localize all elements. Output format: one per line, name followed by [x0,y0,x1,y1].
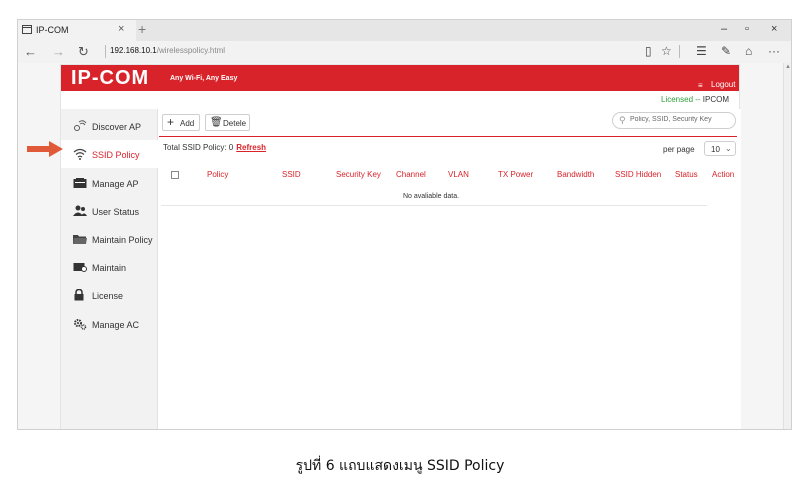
trash-icon: 🗑 [210,117,223,128]
per-page-value: 10 [711,145,720,154]
sidebar-item-label: Manage AP [92,179,139,189]
sidebar-item-label: User Status [92,207,140,217]
sidebar: Discover AP SSID Policy Manage AP User S… [61,109,158,429]
sidebar-item-license[interactable]: License [61,281,158,309]
navigation-bar: ← → ↻ 192.168.10.1/wirelesspolicy.html ▯… [18,41,791,62]
license-status: Licensed -- IPCOM [661,95,729,104]
empty-table-message: No avaliable data. [403,193,460,200]
favorite-star-icon[interactable]: ☆ [661,44,672,58]
sidebar-item-maintain-policy[interactable]: Maintain Policy [61,225,158,253]
tab-bar: IP-COM × + – ▫ × [18,20,791,41]
licensed-name: IPCOM [702,95,730,104]
hub-icon[interactable]: ☰ [696,44,707,58]
sidebar-item-label: Maintain [92,263,127,273]
vertical-scrollbar[interactable]: ▲ [783,63,791,429]
add-button-label: Add [180,119,195,128]
restore-button[interactable]: ▫ [745,23,749,35]
column-header-tx-power[interactable]: TX Power [498,170,533,179]
sidebar-item-manage-ac[interactable]: Manage AC [61,310,158,338]
lock-icon [74,289,84,301]
annotation-arrow-icon [27,141,63,157]
sidebar-item-discover-ap[interactable]: Discover AP [61,112,158,140]
chevron-down-icon: ⌄ [725,144,732,153]
per-page-select[interactable]: 10 ⌄ [704,141,736,156]
page-viewport: ▲ IP-COM Any Wi-Fi, Any Easy ≡ Logout Li… [18,63,791,429]
per-page-label: per page [663,145,695,154]
total-count: Total SSID Policy: 0 Refresh [163,143,266,152]
refresh-link[interactable]: Refresh [236,143,266,152]
address-separator [105,45,106,58]
wifi-icon [73,148,87,160]
browser-tab[interactable]: IP-COM × [18,20,136,41]
column-header-vlan[interactable]: VLAN [448,170,469,179]
column-header-bandwidth[interactable]: Bandwidth [557,170,594,179]
delete-button-label: Detele [223,119,247,128]
column-header-security-key[interactable]: Security Key [336,170,381,179]
sidebar-item-label: License [92,291,124,301]
logout-link[interactable]: Logout [711,80,735,89]
app-header: IP-COM Any Wi-Fi, Any Easy ≡ Logout [61,65,739,91]
page-icon [22,25,32,34]
ipcom-logo: IP-COM [71,67,150,89]
select-all-checkbox[interactable] [171,171,179,179]
sidebar-item-user-status[interactable]: User Status [61,197,158,225]
tab-title: IP-COM [36,25,69,35]
hamburger-icon[interactable]: ≡ [698,81,703,90]
table-row-divider [161,205,707,206]
more-icon[interactable]: ··· [768,44,780,58]
minimize-button[interactable]: – [721,23,727,35]
share-icon[interactable]: ⌂ [745,44,752,58]
maintain-icon [73,263,87,272]
close-tab-icon[interactable]: × [118,23,124,35]
gears-icon [74,319,87,330]
figure-caption: รูปที่ 6 แถบแสดงเมนู SSID Policy [295,458,505,474]
address-host: 192.168.10.1 [110,46,157,55]
table-header: Policy SSID Security Key Channel VLAN TX… [159,165,737,185]
search-input[interactable] [630,116,730,123]
ipcom-app: IP-COM Any Wi-Fi, Any Easy ≡ Logout Lice… [60,64,741,429]
back-button[interactable]: ← [24,44,37,59]
column-header-channel[interactable]: Channel [396,170,426,179]
toolbar-separator [679,45,680,58]
plus-icon: + [167,115,175,129]
column-header-status[interactable]: Status [675,170,698,179]
reading-view-icon[interactable]: ▯ [645,44,652,58]
tagline: Any Wi-Fi, Any Easy [170,75,238,82]
sidebar-item-maintain[interactable]: Maintain [61,253,158,281]
discover-ap-icon [74,120,87,131]
refresh-button[interactable]: ↻ [78,44,89,60]
users-icon [73,205,87,216]
main-content: + Add 🗑 Detele ⚲ Total SSID Policy: 0Ref… [159,109,741,429]
column-header-action[interactable]: Action [712,170,734,179]
sidebar-item-label: SSID Policy [92,150,140,160]
licensed-label: Licensed -- [661,95,703,104]
address-path: /wirelesspolicy.html [156,46,226,55]
access-point-icon [73,178,87,188]
address-bar[interactable]: 192.168.10.1/wirelesspolicy.html [110,46,225,55]
column-header-ssid[interactable]: SSID [282,170,301,179]
note-icon[interactable]: ✎ [721,44,731,58]
new-tab-button[interactable]: + [138,21,146,37]
add-button[interactable]: + Add [162,114,200,131]
close-window-button[interactable]: × [771,23,777,35]
browser-window: IP-COM × + – ▫ × ← → ↻ 192.168.10.1/wire… [17,19,792,430]
column-header-policy[interactable]: Policy [207,170,228,179]
delete-button[interactable]: 🗑 Detele [205,114,250,131]
folder-icon [73,235,87,244]
column-header-ssid-hidden[interactable]: SSID Hidden [615,170,661,179]
total-label: Total SSID Policy: 0 [163,143,234,152]
sidebar-item-manage-ap[interactable]: Manage AP [61,169,158,197]
scroll-up-icon[interactable]: ▲ [785,64,791,70]
sidebar-item-ssid-policy[interactable]: SSID Policy [61,140,158,168]
search-box[interactable]: ⚲ [612,112,736,129]
sidebar-item-label: Manage AC [92,320,140,330]
toolbar-divider [159,136,737,137]
sidebar-item-label: Maintain Policy [92,235,153,245]
forward-button[interactable]: → [52,44,65,59]
sidebar-item-label: Discover AP [92,122,142,132]
search-icon: ⚲ [619,115,626,125]
